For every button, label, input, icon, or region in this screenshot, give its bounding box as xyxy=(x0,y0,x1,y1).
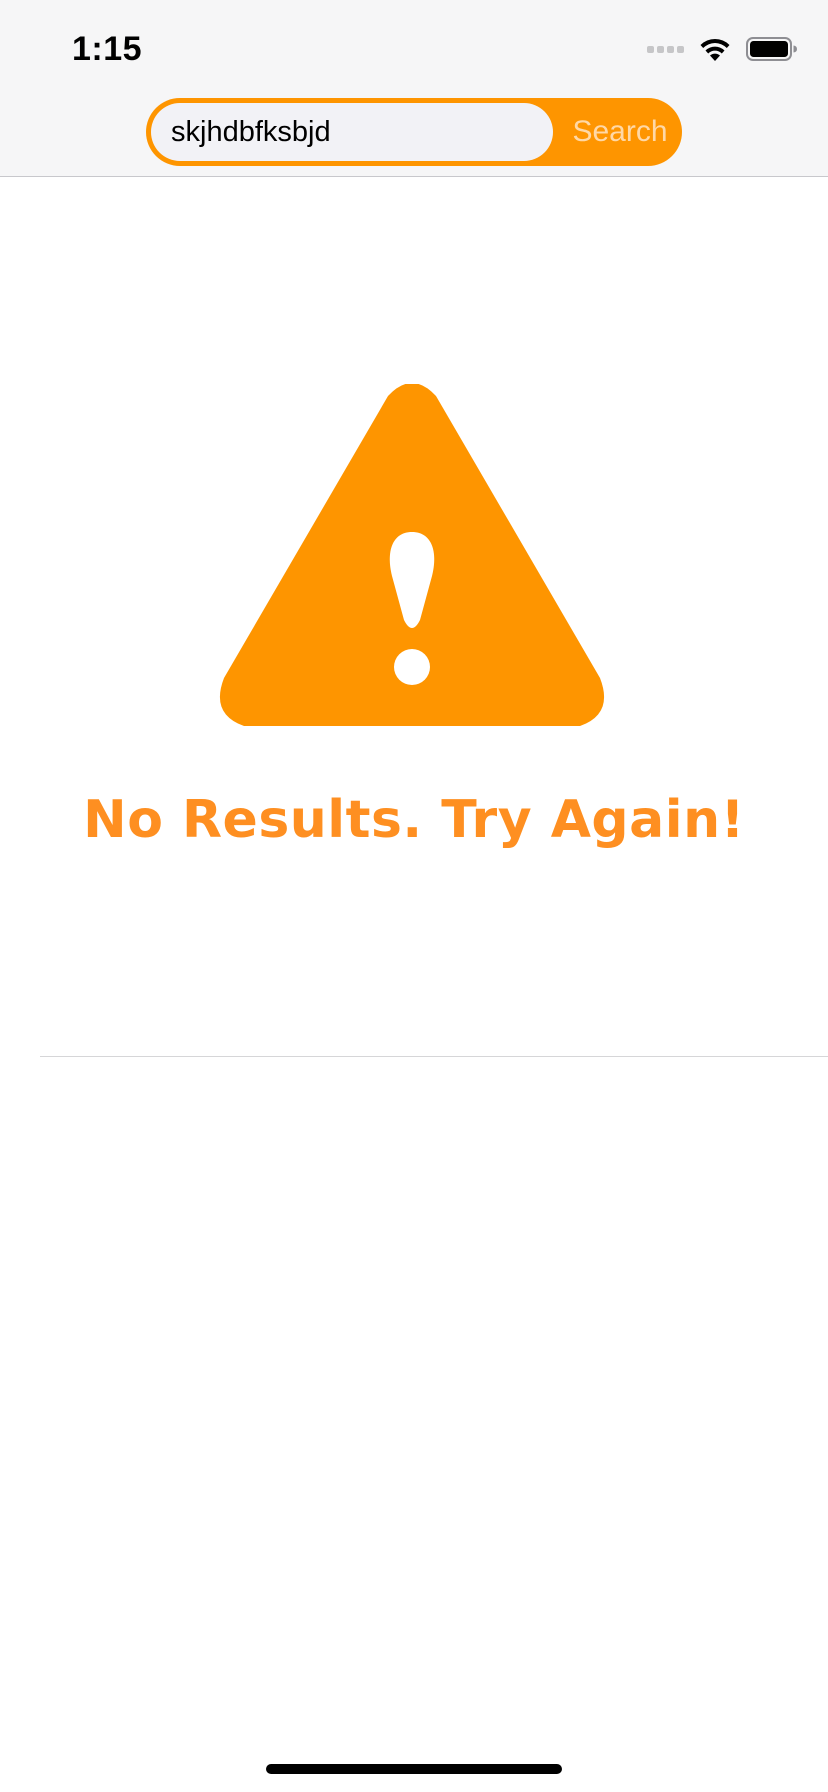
search-input[interactable] xyxy=(151,103,553,161)
cellular-signal-icon xyxy=(647,45,684,53)
warning-icon xyxy=(220,384,604,726)
divider xyxy=(40,1056,828,1057)
navigation-bar: 1:15 Search xyxy=(0,0,828,177)
home-indicator[interactable] xyxy=(266,1764,562,1774)
status-time: 1:15 xyxy=(72,30,143,68)
search-button[interactable]: Search xyxy=(558,98,682,166)
status-indicators xyxy=(647,36,798,62)
battery-icon xyxy=(746,37,797,61)
search-bar: Search xyxy=(146,98,682,166)
no-results-message: No Results. Try Again! xyxy=(83,790,745,850)
wifi-icon xyxy=(700,38,730,61)
